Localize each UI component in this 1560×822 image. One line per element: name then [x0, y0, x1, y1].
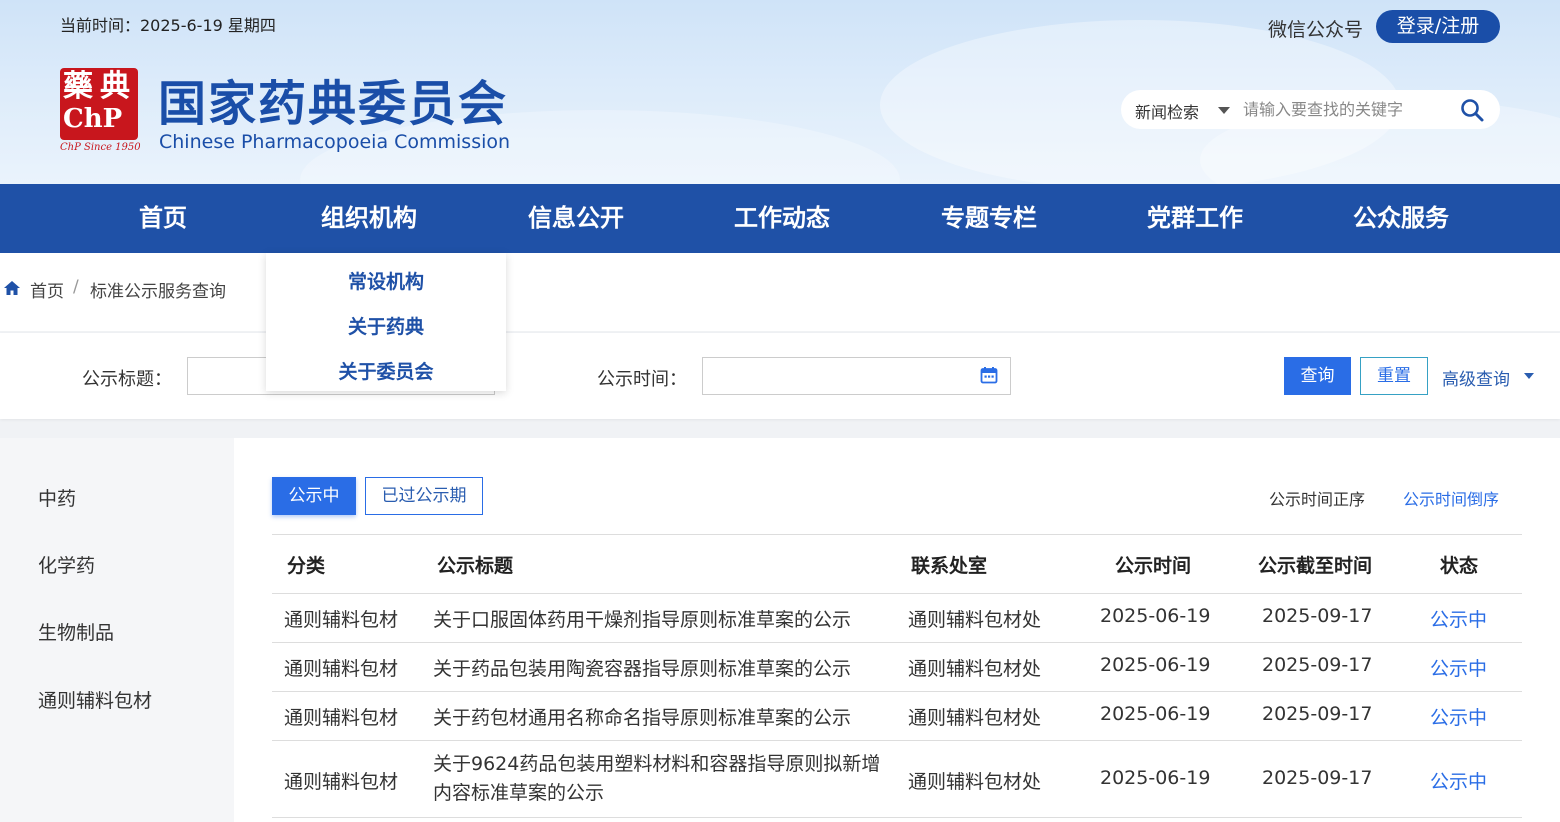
advanced-query-toggle[interactable]: 高级查询 — [1442, 365, 1510, 390]
breadcrumb-current: 标准公示服务查询 — [90, 282, 226, 302]
main-nav: 首页 组织机构 信息公开 工作动态 专题专栏 党群工作 公众服务 — [0, 184, 1560, 253]
logo-seal-icon: 藥 典 ChP — [60, 68, 138, 140]
table-cell-dept: 通则辅料包材处 — [908, 609, 1042, 631]
sidebar-item-general-excipients[interactable]: 通则辅料包材 — [38, 686, 152, 713]
sort-time-ascending[interactable]: 公示时间正序 — [1269, 486, 1365, 510]
table-cell-status[interactable]: 公示中 — [1430, 605, 1487, 632]
search-input[interactable] — [1243, 94, 1443, 124]
dropdown-item-about-pharmacopoeia[interactable]: 关于药典 — [266, 312, 506, 339]
organization-dropdown-menu: 常设机构 关于药典 关于委员会 — [266, 253, 506, 391]
table-divider — [272, 817, 1522, 818]
wechat-link[interactable]: 微信公众号 — [1268, 15, 1363, 42]
column-header-status: 状态 — [1440, 555, 1479, 577]
login-register-button[interactable]: 登录/注册 — [1376, 10, 1500, 43]
table-divider — [272, 691, 1522, 692]
search-type-select[interactable]: 新闻检索 — [1135, 99, 1199, 123]
tab-in-publicity[interactable]: 公示中 — [272, 477, 356, 515]
time-filter-input[interactable] — [702, 357, 1011, 395]
logo-seal-caption: ChP Since 1950 — [60, 142, 141, 153]
table-cell-dept: 通则辅料包材处 — [908, 771, 1042, 793]
column-header-category: 分类 — [287, 555, 326, 577]
calendar-icon[interactable] — [980, 366, 998, 384]
table-divider — [272, 593, 1522, 594]
search-icon[interactable] — [1459, 97, 1485, 123]
table-cell-category: 通则辅料包材 — [284, 771, 399, 793]
table-cell-category: 通则辅料包材 — [284, 658, 399, 680]
nav-item-organization[interactable]: 组织机构 — [289, 184, 449, 253]
nav-item-work-news[interactable]: 工作动态 — [702, 184, 862, 253]
table-cell-date: 2025-06-19 — [1100, 605, 1211, 627]
home-icon[interactable] — [3, 279, 21, 297]
column-header-dept: 联系处室 — [911, 555, 988, 577]
sort-time-descending[interactable]: 公示时间倒序 — [1403, 486, 1499, 510]
category-sidebar — [0, 438, 234, 822]
table-cell-dept: 通则辅料包材处 — [908, 707, 1042, 729]
table-cell-dept: 通则辅料包材处 — [908, 658, 1042, 680]
breadcrumb-separator: / — [73, 277, 79, 297]
column-header-publish-date: 公示时间 — [1115, 555, 1192, 577]
column-header-title: 公示标题 — [437, 555, 514, 577]
title-filter-label: 公示标题： — [82, 369, 172, 390]
table-cell-status[interactable]: 公示中 — [1430, 703, 1487, 730]
nav-item-special-topics[interactable]: 专题专栏 — [909, 184, 1069, 253]
table-cell-date: 2025-06-19 — [1100, 654, 1211, 676]
table-cell-category: 通则辅料包材 — [284, 609, 399, 631]
nav-item-public-service[interactable]: 公众服务 — [1321, 184, 1481, 253]
table-cell-category: 通则辅料包材 — [284, 707, 399, 729]
time-filter-label: 公示时间： — [597, 369, 687, 390]
chevron-down-icon[interactable] — [1524, 373, 1534, 379]
dropdown-item-standing-bodies[interactable]: 常设机构 — [266, 267, 506, 294]
dropdown-item-about-commission[interactable]: 关于委员会 — [266, 357, 506, 384]
table-cell-title[interactable]: 关于药包材通用名称命名指导原则标准草案的公示 — [433, 703, 851, 730]
table-cell-date: 2025-06-19 — [1100, 767, 1211, 789]
sidebar-item-chemical-drugs[interactable]: 化学药 — [38, 551, 95, 578]
chevron-down-icon[interactable] — [1218, 107, 1230, 114]
current-date: 当前时间：2025-6-19 星期四 — [60, 16, 276, 35]
breadcrumb — [0, 253, 1560, 331]
query-button[interactable]: 查询 — [1284, 357, 1351, 395]
sidebar-item-tcm[interactable]: 中药 — [38, 484, 76, 511]
reset-button[interactable]: 重置 — [1360, 357, 1428, 395]
tab-past-publicity[interactable]: 已过公示期 — [365, 477, 483, 515]
table-cell-status[interactable]: 公示中 — [1430, 767, 1487, 794]
site-title-cn[interactable]: 国家药典委员会 — [158, 64, 508, 134]
table-cell-end-date: 2025-09-17 — [1262, 703, 1373, 725]
nav-item-party-work[interactable]: 党群工作 — [1115, 184, 1275, 253]
table-divider — [272, 534, 1522, 535]
table-cell-end-date: 2025-09-17 — [1262, 767, 1373, 789]
table-cell-status[interactable]: 公示中 — [1430, 654, 1487, 681]
table-divider — [272, 642, 1522, 643]
column-header-end-date: 公示截至时间 — [1258, 555, 1373, 577]
table-cell-end-date: 2025-09-17 — [1262, 654, 1373, 676]
sidebar-item-biologics[interactable]: 生物制品 — [38, 618, 114, 645]
news-search-box: 新闻检索 — [1121, 90, 1500, 129]
table-cell-title[interactable]: 关于9624药品包装用塑料材料和容器指导原则拟新增 — [433, 750, 880, 779]
table-cell-title[interactable]: 关于口服固体药用干燥剂指导原则标准草案的公示 — [433, 605, 851, 632]
table-cell-date: 2025-06-19 — [1100, 703, 1211, 725]
breadcrumb-home[interactable]: 首页 — [30, 277, 64, 302]
table-cell-title[interactable]: 内容标准草案的公示 — [433, 779, 604, 808]
table-cell-title[interactable]: 关于药品包装用陶瓷容器指导原则标准草案的公示 — [433, 654, 851, 681]
table-divider — [272, 740, 1522, 741]
nav-item-info-disclosure[interactable]: 信息公开 — [496, 184, 656, 253]
site-title-en: Chinese Pharmacopoeia Commission — [159, 131, 511, 153]
nav-item-home[interactable]: 首页 — [83, 184, 243, 253]
table-cell-end-date: 2025-09-17 — [1262, 605, 1373, 627]
